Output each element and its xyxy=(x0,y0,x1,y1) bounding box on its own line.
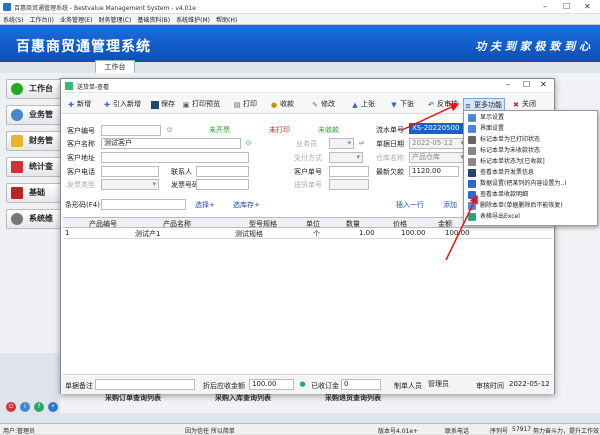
annotation-arrows xyxy=(401,103,478,261)
arrow-to-receipt-details xyxy=(445,194,478,261)
arrow-to-more-button xyxy=(401,103,460,131)
